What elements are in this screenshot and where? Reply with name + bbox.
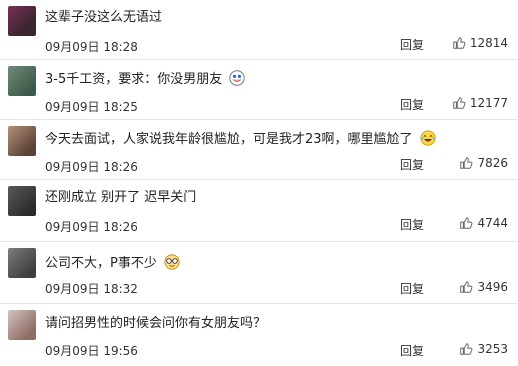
comment-time: 09月09日 18:28	[45, 40, 138, 54]
thumbs-up-icon	[460, 281, 473, 293]
like-count: 12177	[469, 96, 508, 110]
reply-button[interactable]: 回复	[400, 96, 424, 113]
comment-text: 还刚成立 别开了 迟早关门	[45, 190, 197, 205]
like-count: 3496	[477, 280, 508, 294]
thumbs-up-icon	[460, 217, 473, 229]
comment-time: 09月09日 18:25	[45, 100, 138, 114]
comment-text: 这辈子没这么无语过	[45, 10, 163, 25]
like-count: 4744	[477, 216, 508, 230]
avatar[interactable]	[8, 248, 36, 278]
glasses-emoji	[164, 254, 180, 270]
thumbs-up-icon	[460, 343, 473, 355]
like-button[interactable]: 3253	[459, 342, 508, 356]
smile-emoji	[229, 70, 246, 86]
avatar[interactable]	[8, 186, 36, 216]
like-count: 12814	[469, 36, 508, 50]
reply-button[interactable]: 回复	[400, 280, 424, 297]
comment-item: 请问招男性的时候会问你有女朋友吗？ 09月09日 19:56 回复 3253	[0, 304, 518, 366]
comment-text: 3-5千工资，要求：你没男朋友	[45, 70, 246, 88]
reply-button[interactable]: 回复	[400, 216, 424, 233]
like-count: 3253	[477, 342, 508, 356]
like-button[interactable]: 3496	[459, 280, 508, 294]
comment-text: 今天去面试，人家说我年龄很尴尬，可是我才23啊，哪里尴尬了	[45, 130, 436, 148]
reply-button[interactable]: 回复	[400, 342, 424, 359]
comment-item: 3-5千工资，要求：你没男朋友 09月09日 18:25 回复 12177	[0, 60, 518, 120]
like-button[interactable]: 7826	[459, 156, 508, 170]
comment-text-body: 3-5千工资，要求：你没男朋友	[45, 72, 223, 87]
avatar[interactable]	[8, 126, 36, 156]
thumbs-up-icon	[453, 37, 466, 49]
avatar[interactable]	[8, 66, 36, 96]
like-button[interactable]: 12177	[452, 96, 508, 110]
comment-item: 还刚成立 别开了 迟早关门 09月09日 18:26 回复 4744	[0, 180, 518, 242]
reply-button[interactable]: 回复	[400, 36, 424, 53]
like-button[interactable]: 4744	[459, 216, 508, 230]
comment-text-body: 今天去面试，人家说我年龄很尴尬，可是我才23啊，哪里尴尬了	[45, 132, 413, 147]
comment-list: 这辈子没这么无语过 09月09日 18:28 回复 12814 3-5千工资，要…	[0, 0, 518, 366]
comment-time: 09月09日 18:32	[45, 282, 138, 296]
comment-text: 公司不大，P事不少	[45, 254, 180, 272]
comment-time: 09月09日 19:56	[45, 344, 138, 358]
comment-item: 今天去面试，人家说我年龄很尴尬，可是我才23啊，哪里尴尬了 09月09日 18:…	[0, 120, 518, 180]
laugh-emoji	[420, 130, 436, 146]
comment-text-body: 公司不大，P事不少	[45, 256, 157, 271]
comment-item: 这辈子没这么无语过 09月09日 18:28 回复 12814	[0, 0, 518, 60]
comment-text: 请问招男性的时候会问你有女朋友吗？	[45, 316, 267, 331]
comment-item: 公司不大，P事不少 09月09日 18:32 回复 3496	[0, 242, 518, 304]
like-button[interactable]: 12814	[452, 36, 508, 50]
avatar[interactable]	[8, 310, 36, 340]
comment-time: 09月09日 18:26	[45, 220, 138, 234]
avatar[interactable]	[8, 6, 36, 36]
reply-button[interactable]: 回复	[400, 156, 424, 173]
thumbs-up-icon	[453, 97, 466, 109]
thumbs-up-icon	[460, 157, 473, 169]
comment-time: 09月09日 18:26	[45, 160, 138, 174]
like-count: 7826	[477, 156, 508, 170]
